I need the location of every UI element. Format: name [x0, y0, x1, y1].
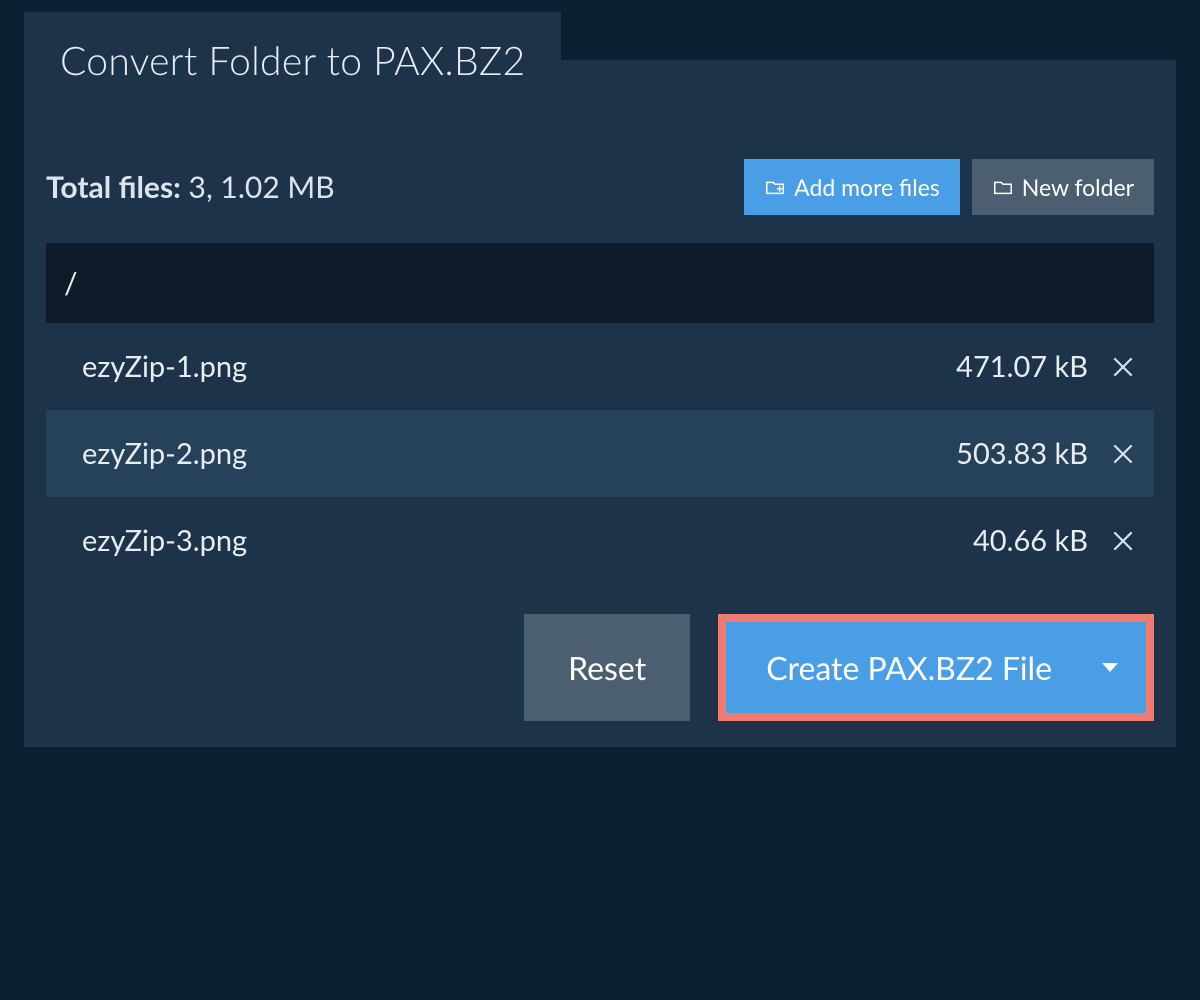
- file-row: ezyZip-1.png 471.07 kB: [46, 323, 1154, 410]
- file-size: 40.66 kB: [973, 523, 1088, 558]
- file-name: ezyZip-3.png: [82, 523, 247, 558]
- page-title: Convert Folder to PAX.BZ2: [60, 38, 525, 84]
- footer-actions: Reset Create PAX.BZ2 File: [46, 614, 1154, 721]
- summary-label: Total files:: [46, 169, 181, 205]
- close-icon[interactable]: [1110, 441, 1136, 467]
- tab-header: Convert Folder to PAX.BZ2: [24, 12, 561, 110]
- add-more-files-label: Add more files: [794, 173, 940, 201]
- close-icon[interactable]: [1110, 528, 1136, 554]
- add-more-files-button[interactable]: Add more files: [744, 159, 960, 215]
- folder-icon: [992, 176, 1014, 198]
- summary-text: Total files: 3, 1.02 MB: [46, 169, 335, 205]
- panel-body: Total files: 3, 1.02 MB Add more files: [24, 127, 1176, 747]
- summary-row: Total files: 3, 1.02 MB Add more files: [46, 159, 1154, 215]
- new-folder-label: New folder: [1022, 173, 1134, 201]
- create-file-button[interactable]: Create PAX.BZ2 File: [726, 622, 1146, 713]
- create-highlight: Create PAX.BZ2 File: [718, 614, 1154, 721]
- path-bar[interactable]: /: [46, 243, 1154, 323]
- folder-plus-icon: [764, 176, 786, 198]
- file-list: ezyZip-1.png 471.07 kB ezyZip-2.png 503.…: [46, 323, 1154, 584]
- summary-value: 3, 1.02 MB: [189, 169, 335, 205]
- file-name: ezyZip-2.png: [82, 436, 247, 471]
- close-icon[interactable]: [1110, 354, 1136, 380]
- file-row: ezyZip-3.png 40.66 kB: [46, 497, 1154, 584]
- chevron-down-icon: [1102, 663, 1118, 672]
- conversion-panel: Convert Folder to PAX.BZ2 Total files: 3…: [24, 60, 1176, 747]
- file-size: 471.07 kB: [956, 349, 1088, 384]
- file-row: ezyZip-2.png 503.83 kB: [46, 410, 1154, 497]
- top-actions: Add more files New folder: [744, 159, 1154, 215]
- file-name: ezyZip-1.png: [82, 349, 247, 384]
- new-folder-button[interactable]: New folder: [972, 159, 1154, 215]
- file-size: 503.83 kB: [956, 436, 1088, 471]
- create-file-label: Create PAX.BZ2 File: [766, 648, 1052, 687]
- reset-button[interactable]: Reset: [524, 614, 690, 721]
